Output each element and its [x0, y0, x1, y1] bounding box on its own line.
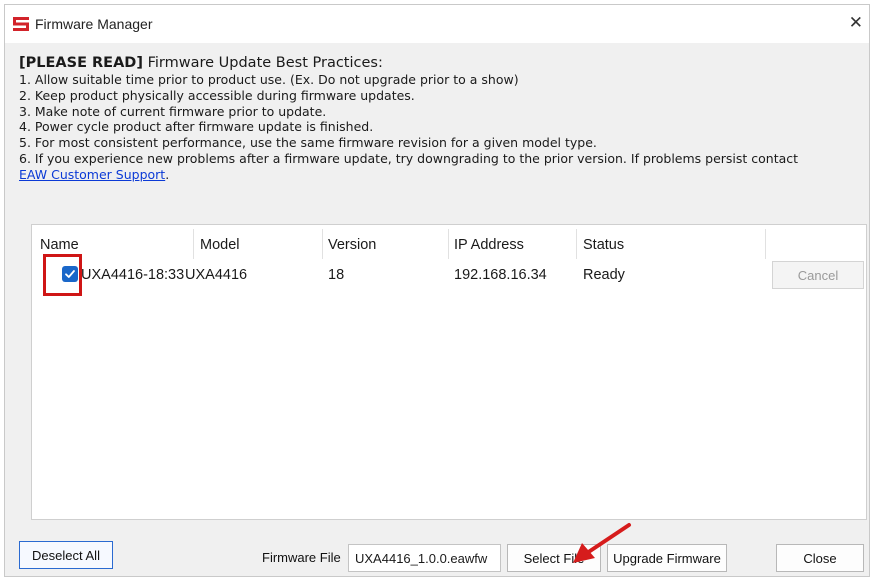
column-header-status[interactable]: Status	[583, 237, 624, 253]
firmware-file-label: Firmware File	[262, 550, 341, 565]
checkbox-highlight-box	[43, 254, 82, 296]
notes-heading-text: Firmware Update Best Practices:	[142, 55, 383, 71]
device-model-cell: UXA4416	[185, 267, 248, 283]
eaw-logo-icon	[13, 17, 29, 31]
title-bar: Firmware Manager ✕	[5, 5, 869, 43]
best-practices-notes: [PLEASE READ] Firmware Update Best Pract…	[19, 54, 869, 183]
device-ip-cell: 192.168.16.34	[454, 267, 547, 283]
column-divider[interactable]	[576, 229, 577, 259]
notes-heading-bold: [PLEASE READ]	[19, 55, 143, 71]
eaw-customer-support-link[interactable]: EAW Customer Support	[19, 167, 165, 182]
device-list: Name Model Version IP Address Status UXA…	[31, 224, 867, 520]
note-support-line: EAW Customer Support.	[19, 167, 869, 183]
window-title: Firmware Manager	[35, 16, 153, 32]
device-list-header: Name Model Version IP Address Status	[32, 225, 866, 261]
column-divider[interactable]	[765, 229, 766, 259]
column-divider[interactable]	[322, 229, 323, 259]
column-divider[interactable]	[448, 229, 449, 259]
note-line-5: 5. For most consistent performance, use …	[19, 135, 597, 151]
cancel-update-button: Cancel	[772, 261, 864, 289]
note-line-4: 4. Power cycle product after firmware up…	[19, 119, 374, 135]
note-line-1: 1. Allow suitable time prior to product …	[19, 72, 519, 87]
note-line-6: 6. If you experience new problems after …	[19, 150, 799, 166]
notes-heading: [PLEASE READ] Firmware Update Best Pract…	[19, 54, 869, 72]
close-button[interactable]: Close	[776, 544, 864, 572]
support-link-suffix: .	[165, 166, 170, 182]
select-file-button[interactable]: Select File	[507, 544, 601, 572]
device-name-cell: UXA4416-18:33	[81, 267, 185, 283]
firmware-file-field[interactable]: UXA4416_1.0.0.eawfw	[348, 544, 501, 572]
deselect-all-button[interactable]: Deselect All	[19, 541, 113, 569]
note-line-3: 3. Make note of current firmware prior t…	[19, 103, 327, 119]
column-header-name[interactable]: Name	[40, 237, 79, 253]
column-header-ip-address[interactable]: IP Address	[454, 237, 524, 253]
column-header-version[interactable]: Version	[328, 237, 376, 253]
upgrade-firmware-button[interactable]: Upgrade Firmware	[607, 544, 727, 572]
device-version-cell: 18	[328, 267, 345, 283]
column-header-model[interactable]: Model	[200, 237, 240, 253]
column-divider[interactable]	[193, 229, 194, 259]
table-row[interactable]: UXA4416-18:33 UXA4416 18 192.168.16.34 R…	[32, 261, 866, 291]
note-line-2: 2. Keep product physically accessible du…	[19, 87, 415, 103]
close-window-icon[interactable]: ✕	[849, 14, 863, 32]
device-status-cell: Ready	[583, 267, 625, 283]
firmware-manager-window: Firmware Manager ✕ [PLEASE READ] Firmwar…	[4, 4, 870, 577]
